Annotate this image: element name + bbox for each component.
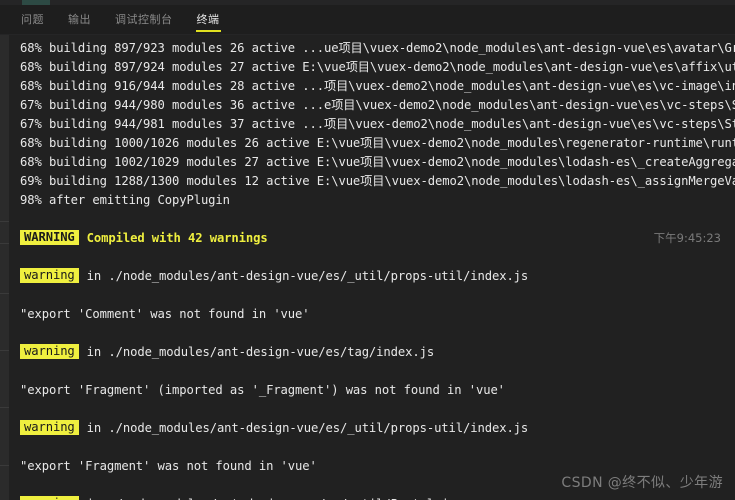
terminal-line: WARNING Compiled with 42 warnings 下午9:45:2…: [9, 229, 735, 248]
gutter-divider-3: [0, 350, 9, 351]
panel-tab-2[interactable]: 调试控制台: [114, 7, 174, 32]
terminal-line: 67% building 944/980 modules 36 active .…: [9, 96, 735, 115]
gutter-divider-0: [0, 221, 9, 222]
terminal-output-area[interactable]: 68% building 897/923 modules 26 active .…: [0, 35, 735, 500]
terminal-line: 68% building 1000/1026 modules 26 active…: [9, 134, 735, 153]
gutter-divider-5: [0, 465, 9, 466]
warning-summary-badge: WARNING: [20, 230, 79, 245]
terminal-lines: 68% building 897/923 modules 26 active .…: [9, 35, 735, 500]
terminal-line-text: 67% building 944/980 modules 36 active .…: [20, 98, 735, 112]
warning-badge: warning: [20, 344, 79, 359]
terminal-line: warning in ./node_modules/ant-design-vue/…: [9, 267, 735, 286]
terminal-line: 69% building 1288/1300 modules 12 active…: [9, 172, 735, 191]
terminal-line: 98% after emitting CopyPlugin: [9, 191, 735, 210]
terminal-line: warningin ./node_modules/ant-design-vue/…: [9, 495, 735, 500]
panel-tab-bar: 问题 输出 调试控制台 终端: [0, 5, 735, 35]
terminal-line: 67% building 944/981 modules 37 active .…: [9, 115, 735, 134]
terminal-line-text: "export 'Fragment' was not found in 'vue…: [20, 459, 317, 473]
terminal-line: 68% building 897/923 modules 26 active .…: [9, 39, 735, 58]
terminal-line-text: 68% building 897/923 modules 26 active .…: [20, 41, 735, 55]
terminal-line-text: in ./node_modules/ant-design-vue/es/tag/…: [86, 345, 435, 359]
terminal-line-text: in ./node_modules/ant-design-vue/es/_uti…: [86, 421, 529, 435]
terminal-line: warning in ./node_modules/ant-design-vue/…: [9, 419, 735, 438]
warning-badge: warning: [20, 420, 79, 435]
terminal-line: "export 'Fragment' (imported as '_Fragme…: [9, 381, 735, 400]
terminal-line-text: in ./node_modules/ant-design-vue/es/_uti…: [86, 269, 529, 283]
gutter-divider-2: [0, 293, 9, 294]
warning-badge: warning: [20, 268, 79, 283]
panel-tab-0[interactable]: 问题: [20, 7, 45, 32]
terminal-line-text: 69% building 1288/1300 modules 12 active…: [20, 174, 735, 188]
terminal-line-text: Compiled with 42 warnings: [86, 231, 268, 245]
panel-tab-3[interactable]: 终端: [195, 7, 221, 32]
terminal-line-text: 98% after emitting CopyPlugin: [20, 193, 230, 207]
terminal-line: warning in ./node_modules/ant-design-vue/…: [9, 343, 735, 362]
terminal-line-text: "export 'Comment' was not found in 'vue': [20, 307, 310, 321]
panel-tab-1[interactable]: 输出: [67, 7, 92, 32]
terminal-line-text: 68% building 1000/1026 modules 26 active…: [20, 136, 735, 150]
csdn-watermark: CSDN @终不似、少年游: [561, 475, 723, 491]
gutter-divider-1: [0, 243, 9, 244]
terminal-line: 68% building 916/944 modules 28 active .…: [9, 77, 735, 96]
compile-timestamp: 下午9:45:23: [653, 231, 721, 245]
terminal-left-gutter: [0, 35, 9, 500]
gutter-divider-4: [0, 407, 9, 408]
terminal-line-text: 67% building 944/981 modules 37 active .…: [20, 117, 735, 131]
terminal-line-text: 68% building 916/944 modules 28 active .…: [20, 79, 735, 93]
warning-badge: warning: [20, 496, 79, 500]
vscode-panel: 问题 输出 调试控制台 终端 68% building 897/923 modules…: [0, 0, 735, 500]
terminal-line: 68% building 897/924 modules 27 active E…: [9, 58, 735, 77]
terminal-line: 68% building 1002/1029 modules 27 active…: [9, 153, 735, 172]
terminal-line: "export 'Comment' was not found in 'vue': [9, 305, 735, 324]
terminal-line-text: 68% building 897/924 modules 27 active E…: [20, 60, 735, 74]
terminal-line-text: 68% building 1002/1029 modules 27 active…: [20, 155, 735, 169]
terminal-line-text: "export 'Fragment' (imported as '_Fragme…: [20, 383, 505, 397]
